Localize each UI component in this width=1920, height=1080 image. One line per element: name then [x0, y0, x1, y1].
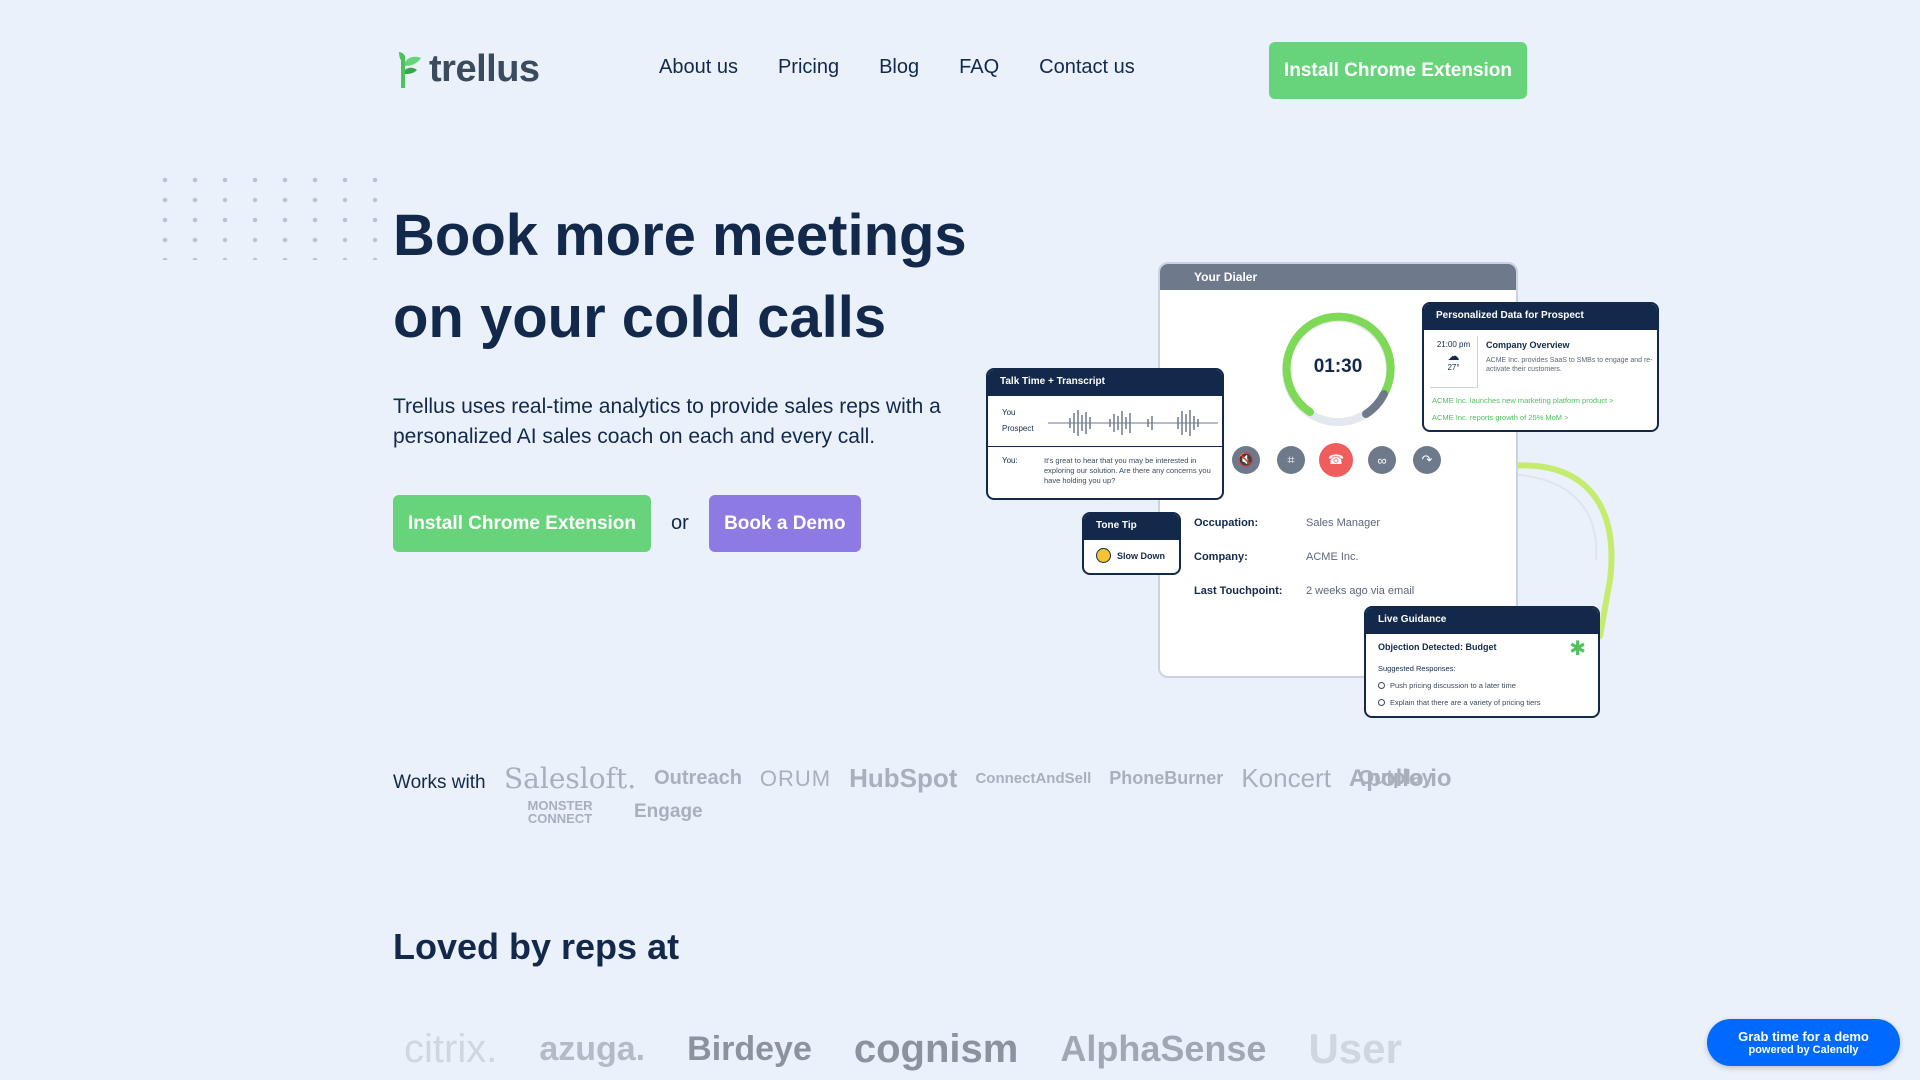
transcript-speaker: You:	[1002, 456, 1018, 465]
company-overview-title: Company Overview	[1486, 340, 1570, 350]
logo-birdeye: Birdeye	[687, 1029, 812, 1068]
hero-install-extension-button[interactable]: Install Chrome Extension	[393, 495, 651, 552]
hang-up-icon[interactable]: ☎	[1319, 443, 1353, 477]
call-timer: 01:30	[1313, 356, 1363, 377]
site-header: trellus About us Pricing Blog FAQ Contac…	[0, 0, 1920, 140]
you-label: You	[1002, 408, 1016, 417]
touchpoint-row: Last Touchpoint: 2 weeks ago via email	[1194, 585, 1414, 597]
calendly-line-2: powered by Calendly	[1748, 1044, 1859, 1056]
prospect-label: Prospect	[1002, 424, 1034, 433]
suggested-response-2: Explain that there are a variety of pric…	[1378, 698, 1541, 707]
live-guidance-title: Live Guidance	[1366, 608, 1598, 634]
company-row: Company: ACME Inc.	[1194, 551, 1359, 563]
voicemail-icon[interactable]: ∞	[1368, 446, 1396, 474]
or-text: or	[671, 512, 689, 534]
tone-tip-text: Slow Down	[1117, 550, 1165, 561]
main-nav: About us Pricing Blog FAQ Contact us	[659, 56, 1135, 79]
company-overview-text: ACME Inc. provides SaaS to SMBs to engag…	[1486, 357, 1653, 373]
trellus-logo[interactable]: trellus	[393, 48, 540, 91]
suggested-response-1-text: Push pricing discussion to a later time	[1390, 681, 1516, 690]
nav-blog[interactable]: Blog	[879, 56, 919, 79]
temperature: 27°	[1447, 363, 1460, 372]
logo-azuga: azuga.	[539, 1029, 646, 1068]
suggested-response-1: Push pricing discussion to a later time	[1378, 681, 1516, 690]
nav-faq[interactable]: FAQ	[959, 56, 999, 79]
nav-pricing[interactable]: Pricing	[778, 56, 839, 79]
talk-time-card: Talk Time + Transcript You Prospect You:…	[986, 368, 1224, 500]
logo-outreach: Outreach	[654, 767, 742, 789]
loved-by-logos: citrix. azuga. Birdeye cognism AlphaSens…	[404, 1018, 1524, 1080]
news-item-2[interactable]: ACME Inc. reports growth of 25% MoM >	[1432, 413, 1569, 422]
logo-orum: ORUM	[759, 765, 832, 791]
personalized-data-title: Personalized Data for Prospect	[1424, 304, 1657, 330]
dialer-title: Your Dialer	[1160, 264, 1516, 290]
logo-citrix: citrix.	[404, 1026, 498, 1071]
hero-title: Book more meetings on your cold calls	[393, 195, 1013, 359]
occupation-row: Occupation: Sales Manager	[1194, 517, 1380, 529]
logo-text: trellus	[429, 48, 540, 90]
works-with-label: Works with	[393, 772, 486, 793]
nav-contact-us[interactable]: Contact us	[1039, 56, 1135, 79]
hero-actions: Install Chrome Extension or Book a Demo	[393, 495, 861, 552]
calendly-demo-button[interactable]: Grab time for a demo powered by Calendly	[1707, 1019, 1900, 1066]
logo-hubspot: HubSpot	[849, 763, 958, 793]
occupation-value: Sales Manager	[1306, 517, 1380, 529]
logo-user: User	[1308, 1025, 1402, 1072]
hero-title-line-1: Book more meetings	[393, 203, 967, 268]
suggested-response-2-text: Explain that there are a variety of pric…	[1390, 698, 1541, 707]
book-demo-button[interactable]: Book a Demo	[708, 495, 861, 552]
suggested-responses-label: Suggested Responses:	[1378, 664, 1456, 673]
logo-outplay: Outplay	[1358, 767, 1434, 789]
talk-time-title: Talk Time + Transcript	[988, 370, 1222, 396]
logo-salesloft: Salesloft.	[504, 762, 637, 795]
logo-phoneburner: PhoneBurner	[1109, 768, 1224, 788]
nav-about-us[interactable]: About us	[659, 56, 738, 79]
cloud-icon: ☁	[1447, 349, 1460, 363]
header-install-extension-button[interactable]: Install Chrome Extension	[1269, 42, 1527, 99]
company-value: ACME Inc.	[1306, 551, 1359, 563]
decorative-dot-grid	[150, 170, 395, 260]
transfer-icon[interactable]: ↷	[1413, 446, 1441, 474]
transcript-text: It's great to hear that you may be inter…	[1044, 456, 1211, 485]
trellus-leaf-icon	[399, 51, 421, 88]
tone-tip-card: Tone Tip Slow Down	[1082, 512, 1181, 575]
radio-icon	[1378, 682, 1385, 689]
local-time: 21:00 pm	[1436, 340, 1471, 349]
objection-title: Objection Detected: Budget	[1378, 642, 1497, 652]
calendly-line-1: Grab time for a demo	[1738, 1029, 1869, 1044]
mute-icon[interactable]: 🔇	[1232, 446, 1260, 474]
loved-by-title: Loved by reps at	[393, 926, 680, 967]
touchpoint-value: 2 weeks ago via email	[1306, 585, 1415, 597]
logo-alphasense: AlphaSense	[1060, 1028, 1267, 1069]
logo-monster-connect: MONSTER CONNECT	[527, 798, 593, 826]
hero-subtitle: Trellus uses real-time analytics to prov…	[393, 395, 941, 448]
audio-waveform	[1048, 410, 1218, 436]
touchpoint-label: Last Touchpoint:	[1194, 585, 1283, 597]
asterisk-icon: ✱	[1569, 638, 1586, 660]
tone-tip-title: Tone Tip	[1084, 514, 1179, 540]
logo-connectandsell: ConnectAndSell	[975, 770, 1092, 787]
works-with-logos: Salesloft. Outreach ORUM HubSpot Connect…	[504, 762, 1524, 825]
radio-icon	[1378, 699, 1385, 706]
hero-title-line-2: on your cold calls	[393, 285, 887, 350]
tone-indicator-icon	[1096, 548, 1111, 563]
logo-koncert: Koncert	[1241, 763, 1331, 793]
tone-tip-body: Slow Down	[1084, 540, 1179, 571]
occupation-label: Occupation:	[1194, 517, 1259, 529]
live-guidance-card: Live Guidance Objection Detected: Budget…	[1364, 606, 1600, 718]
personalized-data-card: Personalized Data for Prospect 21:00 pm …	[1422, 302, 1659, 432]
company-label: Company:	[1194, 551, 1248, 563]
keypad-icon[interactable]: ⌗	[1277, 446, 1305, 474]
news-item-1[interactable]: ACME Inc. launches new marketing platfor…	[1432, 396, 1614, 405]
transcript-divider	[988, 446, 1222, 447]
logo-cognism: cognism	[853, 1026, 1019, 1071]
local-time-weather: 21:00 pm ☁ 27°	[1430, 336, 1478, 388]
logo-engage: Engage	[634, 801, 703, 822]
